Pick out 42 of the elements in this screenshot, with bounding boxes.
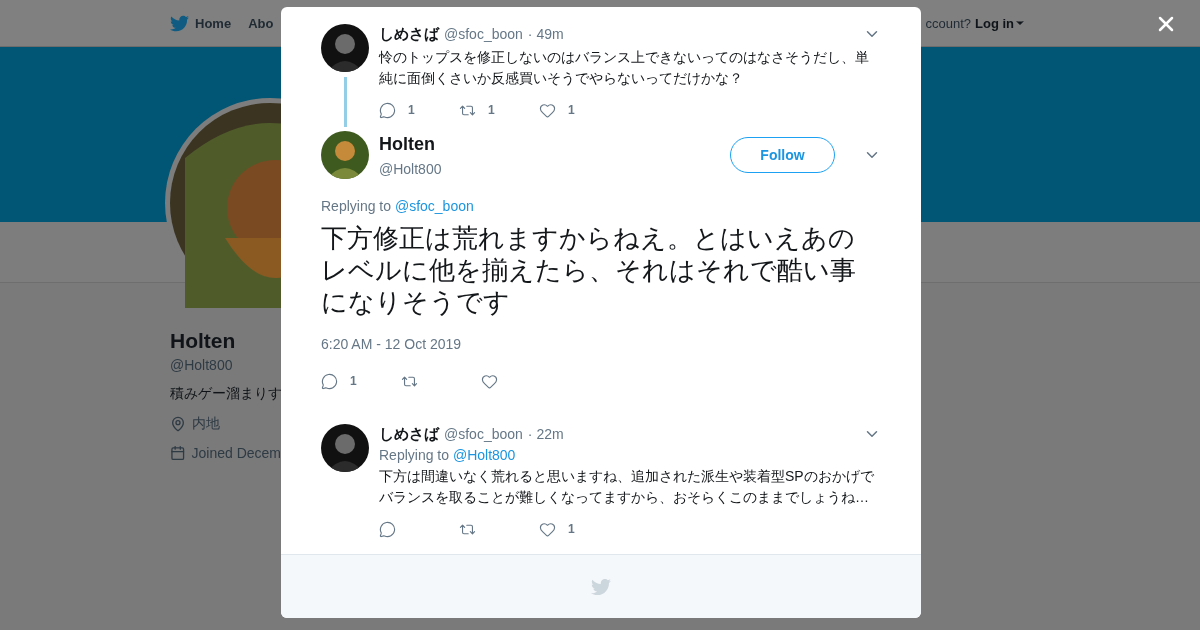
author-handle[interactable]: @sfoc_boon (444, 426, 523, 442)
profile-name: Holten (170, 329, 237, 353)
nav-link[interactable]: Home (170, 13, 232, 33)
nav-link[interactable]: Abo (248, 15, 274, 31)
tweet-time[interactable]: · 49m (527, 26, 564, 42)
profile-location: 内地 (192, 415, 220, 433)
author-handle[interactable]: @sfoc_boon (444, 26, 523, 42)
profile-bio: 積みゲー溜まりす (170, 385, 281, 403)
heart-icon (539, 101, 556, 119)
replying-to-text: Replying to @sfoc_boon (321, 198, 475, 214)
bird-icon (591, 576, 611, 597)
author-handle[interactable]: @Holt800 (379, 160, 720, 177)
author-name[interactable]: しめさば (379, 424, 439, 444)
reply-icon (379, 520, 396, 538)
mention-link[interactable]: @Holt800 (452, 447, 516, 463)
login-link[interactable]: Log in (975, 15, 1026, 31)
follow-button[interactable]: Follow (730, 137, 835, 173)
join-date: Joined Decem (191, 445, 281, 461)
calendar-icon (170, 445, 186, 461)
location-icon (170, 416, 186, 432)
tweet-text: 下方修正は荒れますからねえ。とはいえあのレベルに他を揃えたら、それはそれで酷い事になりそうです (321, 222, 857, 318)
thread-line (343, 77, 347, 127)
heart-icon (539, 520, 556, 538)
tweet-text: 怜のトップスを修正しないのはバランス上できないってのはなさそうだし、単純に面倒くさいか反感買いそうでやらないってだけかな？ (379, 48, 870, 88)
account-prompt: ccount? (925, 15, 971, 31)
bird-icon (170, 13, 189, 33)
tweet-action[interactable]: 1 (379, 101, 459, 119)
reply-icon (379, 101, 396, 119)
heart-icon (481, 372, 498, 390)
profile-handle: @Holt800 (170, 357, 234, 373)
author-name[interactable]: Holten (379, 133, 720, 155)
tweet-action[interactable]: 1 (539, 101, 619, 119)
replying-to-text: Replying to @Holt800 (379, 447, 517, 463)
mention-link[interactable]: @sfoc_boon (394, 198, 474, 214)
tweet-text: 下方は間違いなく荒れると思いますね、追加された派生や装着型SPのおかげでバランスを取ることが難しくなってますから、おそらくこのままでしょうね… (379, 467, 875, 507)
tweet-time[interactable]: · 22m (527, 426, 564, 442)
tweet-action[interactable]: 1 (539, 520, 619, 538)
reply-icon (321, 372, 338, 390)
tweet-date: 6:20 AM - 12 Oct 2019 (321, 336, 463, 352)
author-name[interactable]: しめさば (379, 24, 439, 44)
tweet-action[interactable]: 1 (459, 101, 539, 119)
tweet-action[interactable]: 1 (321, 372, 401, 390)
